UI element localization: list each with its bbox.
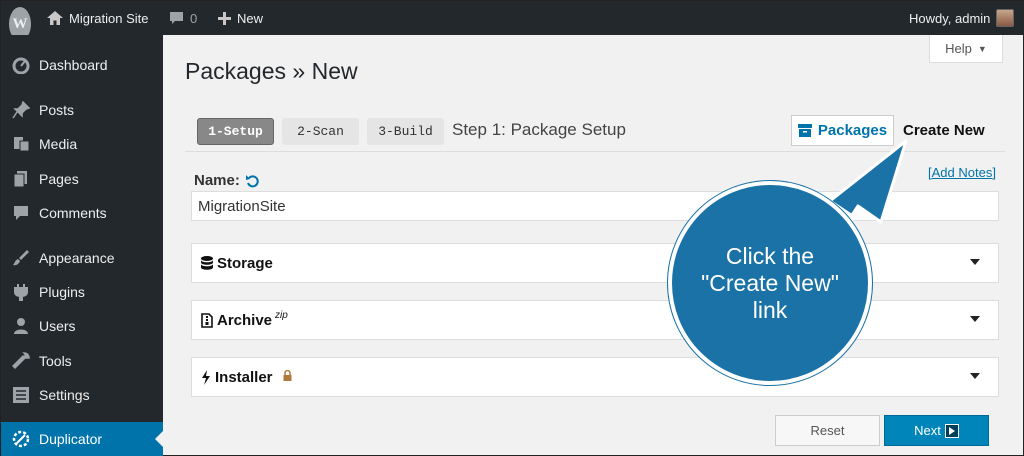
database-icon xyxy=(201,256,213,270)
comments-link[interactable]: 0 xyxy=(169,1,197,35)
reset-label: Reset xyxy=(810,423,845,438)
storage-title: Storage xyxy=(217,254,273,272)
pin-icon xyxy=(11,100,31,120)
brush-icon xyxy=(11,248,31,268)
comment-bubble-icon xyxy=(170,12,183,24)
play-icon xyxy=(944,423,959,438)
sidebar-item-settings[interactable]: Settings xyxy=(1,378,163,412)
lock-icon xyxy=(283,369,292,384)
sidebar-item-label: Comments xyxy=(39,205,107,221)
sidebar-item-posts[interactable]: Posts xyxy=(1,93,163,127)
reset-button[interactable]: Reset xyxy=(775,415,880,446)
name-label-text: Name: xyxy=(194,172,240,189)
step-caption: Step 1: Package Setup xyxy=(452,120,626,139)
site-name: Migration Site xyxy=(69,10,149,26)
step-scan: 2-Scan xyxy=(282,118,359,145)
callout-line: Click the xyxy=(725,242,815,269)
help-label: Help xyxy=(945,41,972,56)
sidebar-item-users[interactable]: Users xyxy=(1,309,163,343)
pages-icon xyxy=(11,169,31,189)
sidebar-item-plugins[interactable]: Plugins xyxy=(1,275,163,309)
sidebar-item-tools[interactable]: Tools xyxy=(1,344,163,378)
caret-down-icon[interactable] xyxy=(970,373,980,379)
callout-line: "Create New" xyxy=(701,269,839,296)
callout-bubble: Click the "Create New" link xyxy=(668,181,872,385)
sidebar-item-label: Appearance xyxy=(39,250,115,266)
new-content-link[interactable]: New xyxy=(218,1,263,35)
file-archive-icon xyxy=(201,312,213,328)
package-name-input[interactable] xyxy=(191,191,999,221)
sidebar-item-label: Users xyxy=(39,318,76,334)
sidebar-item-label: Settings xyxy=(39,387,90,403)
installer-title: Installer xyxy=(215,368,273,386)
sidebar-item-label: Tools xyxy=(39,353,72,369)
sidebar-item-appearance[interactable]: Appearance xyxy=(1,241,163,275)
archive-box-icon xyxy=(797,124,812,137)
admin-sidebar: Dashboard Posts Media Pages Comments App… xyxy=(1,35,163,456)
home-icon xyxy=(47,11,63,25)
plus-icon xyxy=(218,11,231,25)
caret-down-icon[interactable] xyxy=(970,259,980,265)
sidebar-item-label: Media xyxy=(39,136,78,152)
new-label: New xyxy=(237,10,264,26)
settings-icon xyxy=(11,385,31,405)
archive-panel[interactable]: Archive zip xyxy=(191,300,999,340)
next-button[interactable]: Next xyxy=(884,415,989,446)
packages-button[interactable]: Packages xyxy=(791,115,894,146)
packages-label: Packages xyxy=(817,122,888,139)
media-icon xyxy=(11,134,31,154)
sidebar-item-label: Posts xyxy=(39,102,75,118)
archive-format: zip xyxy=(275,309,288,321)
dashboard-icon xyxy=(11,55,31,75)
admin-bar: W Migration Site 0 New Howdy, admin xyxy=(1,1,1024,41)
plugin-icon xyxy=(11,282,31,302)
sidebar-item-dashboard[interactable]: Dashboard xyxy=(1,48,163,82)
divider xyxy=(185,151,1005,152)
sidebar-item-duplicator[interactable]: Duplicator xyxy=(1,422,163,456)
site-name-link[interactable]: Migration Site xyxy=(47,1,148,35)
caret-down-icon[interactable] xyxy=(970,316,980,322)
comments-count: 0 xyxy=(190,10,198,26)
bolt-icon xyxy=(201,369,211,385)
create-new-link[interactable]: Create New xyxy=(903,122,985,139)
sidebar-item-label: Plugins xyxy=(39,284,85,300)
sidebar-item-pages[interactable]: Pages xyxy=(1,162,163,196)
comments-icon xyxy=(11,203,31,223)
reset-name-icon[interactable] xyxy=(245,174,260,188)
sidebar-item-label: Dashboard xyxy=(39,57,108,73)
user-icon xyxy=(11,316,31,336)
howdy-text: Howdy, admin xyxy=(909,10,991,26)
callout-line: link xyxy=(752,296,788,323)
chevron-down-icon: ▼ xyxy=(977,43,987,54)
help-tab-button[interactable]: Help ▼ xyxy=(929,35,1003,63)
sidebar-item-media[interactable]: Media xyxy=(1,127,163,161)
duplicator-icon xyxy=(11,429,31,449)
step-build: 3-Build xyxy=(367,118,444,145)
sidebar-item-comments[interactable]: Comments xyxy=(1,196,163,230)
avatar xyxy=(996,9,1015,27)
next-label: Next xyxy=(914,423,941,438)
installer-panel[interactable]: Installer xyxy=(191,357,999,397)
add-notes-link[interactable]: [Add Notes] xyxy=(928,165,996,180)
storage-panel[interactable]: Storage xyxy=(191,243,999,283)
archive-title: Archive xyxy=(217,311,273,329)
step-setup: 1-Setup xyxy=(197,118,274,145)
sidebar-item-label: Pages xyxy=(39,171,79,187)
sidebar-item-label: Duplicator xyxy=(39,431,103,447)
name-label: Name: xyxy=(194,172,260,189)
page-title: Packages » New xyxy=(185,58,358,84)
account-menu[interactable]: Howdy, admin xyxy=(909,1,1015,35)
wrench-icon xyxy=(11,351,31,371)
